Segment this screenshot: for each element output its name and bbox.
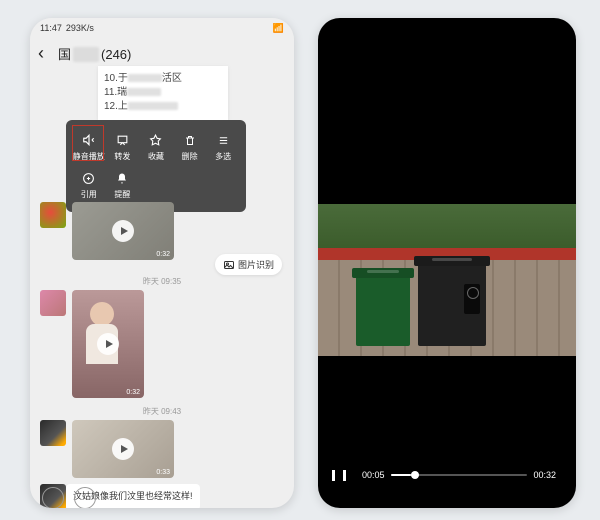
message-video: 0:33 [40,420,180,478]
menu-forward[interactable]: 转发 [106,128,140,166]
play-icon [112,220,134,242]
avatar[interactable] [40,202,66,228]
multi-icon [215,132,231,148]
list-item: 11.瑞 [104,86,218,100]
context-menu: 静音播放 转发 收藏 删除 多选 引用 提醒 [66,120,246,212]
chat-screen: 11:47 293K/s 📶 ‹ 国xxxx(246) 10.于活区 11.瑞 … [30,18,294,508]
emoji-button[interactable] [74,487,96,508]
avatar[interactable] [40,290,66,316]
menu-delete[interactable]: 删除 [173,128,207,166]
list-item: 12.上 [104,100,218,114]
video-duration: 0:32 [156,251,170,258]
menu-mute[interactable]: 静音播放 [72,128,106,166]
pause-button[interactable] [332,470,346,481]
mute-icon [81,132,97,148]
play-icon [112,438,134,460]
video-duration: 0:33 [156,469,170,476]
bell-icon [114,170,130,186]
message-video: 0:32 [40,202,180,260]
forward-icon [114,132,130,148]
video-frame[interactable] [318,204,576,356]
trash-icon [182,132,198,148]
avatar[interactable] [40,420,66,446]
menu-quote[interactable]: 引用 [72,166,106,204]
quote-icon [81,170,97,186]
menu-fav[interactable]: 收藏 [139,128,173,166]
list-item: 10.于活区 [104,72,218,86]
video-player-screen: 00:05 00:32 [318,18,576,508]
back-icon[interactable]: ‹ [38,43,58,64]
video-bubble[interactable]: 0:33 [72,420,174,478]
time-total: 00:32 [533,470,556,480]
scene-bin-black [418,264,486,346]
menu-multi[interactable]: 多选 [206,128,240,166]
pinned-list: 10.于活区 11.瑞 12.上 [98,66,228,120]
voice-button[interactable] [42,487,64,508]
scene-hedge [318,204,576,252]
status-time: 11:47 [40,23,62,33]
status-net: 293K/s [66,23,94,33]
scene-bin-green [356,276,410,346]
video-duration: 0:32 [126,389,140,396]
image-icon [223,259,235,271]
input-bar [30,488,294,508]
image-recognition-chip[interactable]: 图片识别 [215,254,282,275]
status-bar: 11:47 293K/s 📶 [30,18,294,38]
player-controls: 00:05 00:32 [318,460,576,490]
chat-header: ‹ 国xxxx(246) [30,38,294,68]
menu-remind[interactable]: 提醒 [106,166,140,204]
play-icon [97,333,119,355]
fav-icon [148,132,164,148]
seek-bar[interactable] [391,474,528,476]
time-current: 00:05 [362,470,385,480]
message-video: 0:32 [40,290,150,398]
video-bubble[interactable]: 0:32 [72,290,144,398]
chat-title[interactable]: 国xxxx(246) [58,44,131,63]
timestamp: 昨天 09:35 [30,276,294,287]
timestamp: 昨天 09:43 [30,406,294,417]
video-bubble[interactable]: 0:32 [72,202,174,260]
signal-icon: 📶 [273,23,284,34]
